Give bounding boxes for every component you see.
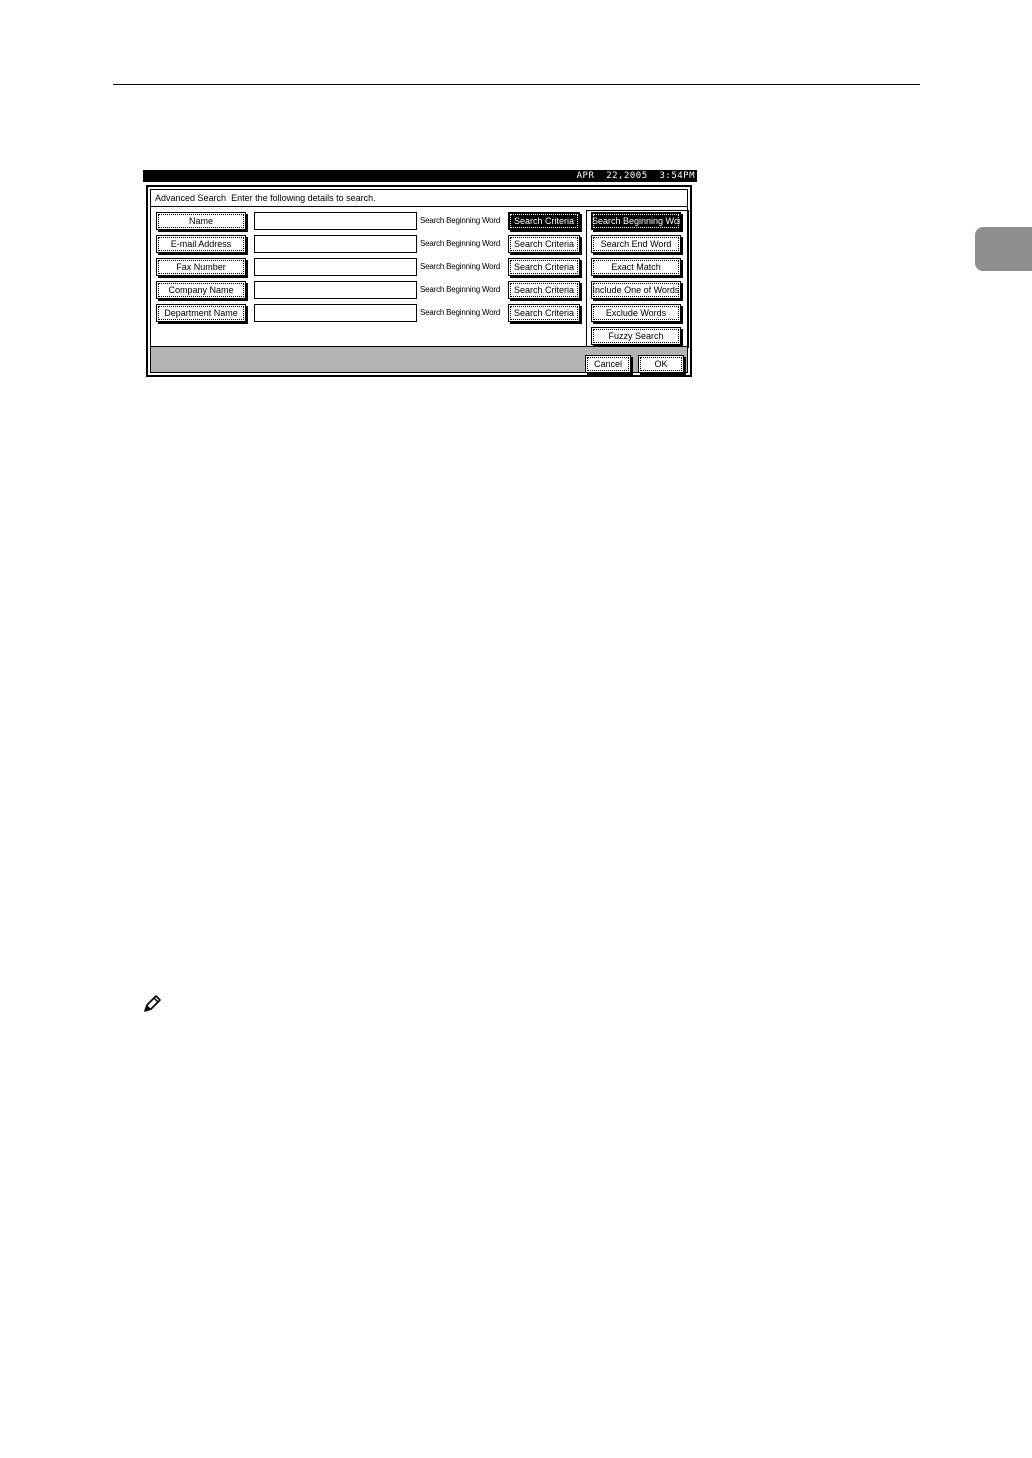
option-include-one-of-words[interactable]: Include One of Words [591,281,681,299]
option-fuzzy-search[interactable]: Fuzzy Search [591,327,681,345]
criteria-status-email: Search Beginning Word [420,239,501,248]
device-screen: APR 22,2005 3:54PM Advanced Search Enter… [143,170,697,380]
fax-input[interactable] [254,258,417,276]
header-rule [113,84,920,85]
criteria-status-fax: Search Beginning Word [420,262,501,271]
search-criteria-button-department[interactable]: Search Criteria [508,304,580,322]
field-button-company[interactable]: Company Name [156,281,246,299]
option-exact-match[interactable]: Exact Match [591,258,681,276]
dialog-header-rule [151,206,687,207]
search-criteria-button-email[interactable]: Search Criteria [508,235,580,253]
pencil-note-icon [144,995,161,1012]
criteria-status-department: Search Beginning Word [420,308,501,317]
search-criteria-button-fax[interactable]: Search Criteria [508,258,580,276]
dialog-frame: Advanced Search Enter the following deta… [150,189,689,373]
field-button-name[interactable]: Name [156,212,246,230]
dialog-title: Advanced Search [155,193,227,203]
field-button-department[interactable]: Department Name [156,304,246,322]
search-criteria-button-company[interactable]: Search Criteria [508,281,580,299]
dialog-instruction: Enter the following details to search. [231,193,376,203]
name-input[interactable] [254,212,417,230]
search-criteria-button-name[interactable]: Search Criteria [508,212,580,230]
company-input[interactable] [254,281,417,299]
email-input[interactable] [254,235,417,253]
option-search-end-word[interactable]: Search End Word [591,235,681,253]
cancel-button[interactable]: Cancel [585,355,631,373]
criteria-status-company: Search Beginning Word [420,285,501,294]
chapter-tab [975,227,1032,271]
advanced-search-dialog: Advanced Search Enter the following deta… [146,185,692,377]
field-button-fax[interactable]: Fax Number [156,258,246,276]
ok-button[interactable]: OK [638,355,684,373]
status-bar: APR 22,2005 3:54PM [143,170,697,182]
dialog-header: Advanced Search Enter the following deta… [155,193,376,204]
option-exclude-words[interactable]: Exclude Words [591,304,681,322]
criteria-status-name: Search Beginning Word [420,216,501,225]
field-button-email[interactable]: E-mail Address [156,235,246,253]
option-search-beginning-word[interactable]: Search Beginning Word [591,212,681,230]
department-input[interactable] [254,304,417,322]
status-datetime: APR 22,2005 3:54PM [576,171,695,181]
